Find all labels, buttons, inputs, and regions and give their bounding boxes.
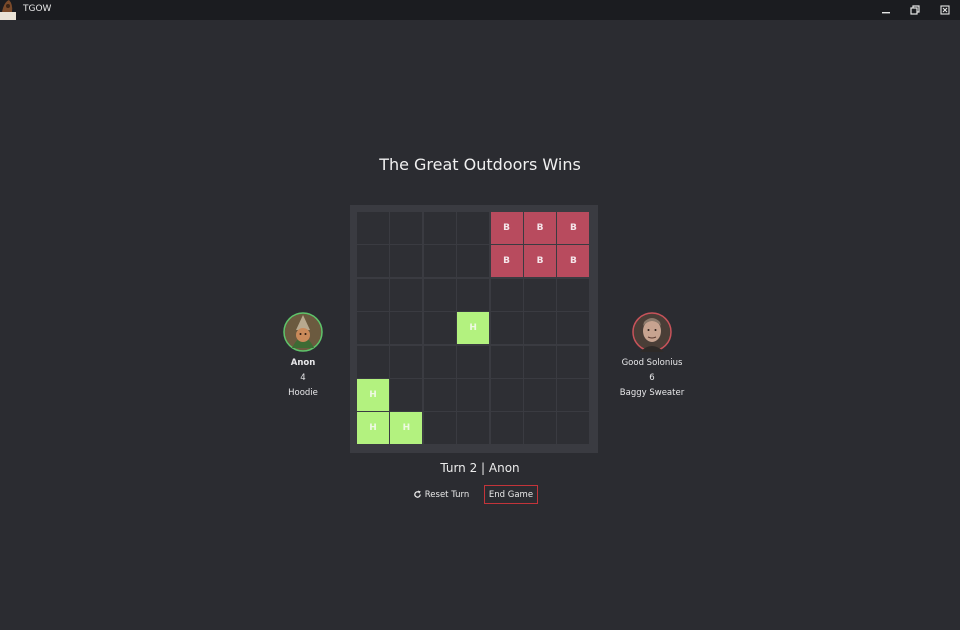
- board-cell-r4-c4[interactable]: [490, 345, 523, 378]
- close-icon: [940, 5, 950, 15]
- player-1-item: Hoodie: [288, 388, 318, 398]
- board-cell-r6-c2[interactable]: [423, 412, 456, 445]
- window-title: TGOW: [23, 4, 52, 14]
- player-2-name: Good Solonius: [621, 358, 683, 368]
- restore-icon: [910, 5, 920, 15]
- board-cell-r5-c5[interactable]: [524, 379, 556, 411]
- board-cell-r0-c2[interactable]: [423, 212, 456, 244]
- board-cell-r2-c3[interactable]: [457, 278, 490, 311]
- board-cell-r1-c4[interactable]: B: [490, 245, 523, 278]
- player-1-avatar: [283, 312, 323, 352]
- board-cell-r3-c4[interactable]: [490, 312, 523, 345]
- turn-indicator: Turn 2 | Anon: [440, 461, 520, 475]
- board-cell-r2-c6[interactable]: [557, 278, 590, 311]
- player-panel-2: Good Solonius 6 Baggy Sweater: [592, 312, 712, 401]
- reset-turn-label: Reset Turn: [424, 489, 470, 500]
- game-board: BBBBBBHHHH: [350, 205, 598, 453]
- title-bar: TGOW: [0, 0, 960, 20]
- board-cell-r0-c5[interactable]: B: [524, 212, 556, 244]
- board-cell-r6-c4[interactable]: [490, 412, 523, 445]
- board-cell-r2-c2[interactable]: [423, 278, 456, 311]
- end-game-label: End Game: [488, 489, 534, 500]
- player-2-score: 6: [649, 373, 655, 383]
- player-1-score: 4: [300, 373, 306, 383]
- board-cell-r0-c0[interactable]: [357, 212, 389, 244]
- board-cell-r2-c1[interactable]: [390, 278, 423, 311]
- player-2-avatar: [632, 312, 672, 352]
- board-cell-r2-c5[interactable]: [524, 278, 556, 311]
- board-cell-r6-c5[interactable]: [524, 412, 556, 445]
- board-cell-r5-c1[interactable]: [390, 379, 423, 411]
- player-panel-1: Anon 4 Hoodie: [243, 312, 363, 401]
- app-logo-icon: [0, 0, 18, 20]
- board-cell-r0-c6[interactable]: B: [557, 212, 590, 244]
- board-cell-r3-c5[interactable]: [524, 312, 556, 345]
- player-1-name: Anon: [290, 358, 316, 368]
- board-cell-r4-c1[interactable]: [390, 345, 423, 378]
- board-cell-r1-c6[interactable]: B: [557, 245, 590, 278]
- board-cell-r6-c0[interactable]: H: [357, 412, 389, 445]
- board-cell-r5-c4[interactable]: [490, 379, 523, 411]
- player-2-item: Baggy Sweater: [619, 388, 685, 398]
- board-cell-r3-c2[interactable]: [423, 312, 456, 345]
- board-cell-r0-c1[interactable]: [390, 212, 423, 244]
- board-cell-r6-c6[interactable]: [557, 412, 590, 445]
- board-cell-r2-c4[interactable]: [490, 278, 523, 311]
- board-cell-r4-c2[interactable]: [423, 345, 456, 378]
- board-cell-r6-c3[interactable]: [457, 412, 490, 445]
- minimize-button[interactable]: [871, 0, 901, 20]
- reset-turn-button[interactable]: Reset Turn: [410, 485, 472, 504]
- game-status-title: The Great Outdoors Wins: [379, 155, 581, 174]
- board-cell-r4-c3[interactable]: [457, 345, 490, 378]
- board-cell-r5-c2[interactable]: [423, 379, 456, 411]
- board-cell-r0-c3[interactable]: [457, 212, 490, 244]
- board-cell-r4-c5[interactable]: [524, 345, 556, 378]
- board-cell-r6-c1[interactable]: H: [390, 412, 423, 445]
- refresh-icon: [413, 490, 421, 498]
- board-cell-r5-c3[interactable]: [457, 379, 490, 411]
- board-cell-r2-c0[interactable]: [357, 278, 389, 311]
- board-cell-r3-c6[interactable]: [557, 312, 590, 345]
- board-cell-r1-c5[interactable]: B: [524, 245, 556, 278]
- board-cell-r4-c6[interactable]: [557, 345, 590, 378]
- board-cell-r5-c6[interactable]: [557, 379, 590, 411]
- board-cell-r3-c1[interactable]: [390, 312, 423, 345]
- board-cell-r1-c1[interactable]: [390, 245, 423, 278]
- close-button[interactable]: [930, 0, 960, 20]
- board-cell-r0-c4[interactable]: B: [490, 212, 523, 244]
- minimize-icon: [882, 12, 890, 14]
- board-cell-r1-c0[interactable]: [357, 245, 389, 278]
- board-cell-r3-c3[interactable]: H: [457, 312, 490, 345]
- board-cell-r1-c2[interactable]: [423, 245, 456, 278]
- end-game-button[interactable]: End Game: [484, 485, 538, 504]
- board-cell-r1-c3[interactable]: [457, 245, 490, 278]
- restore-button[interactable]: [900, 0, 930, 20]
